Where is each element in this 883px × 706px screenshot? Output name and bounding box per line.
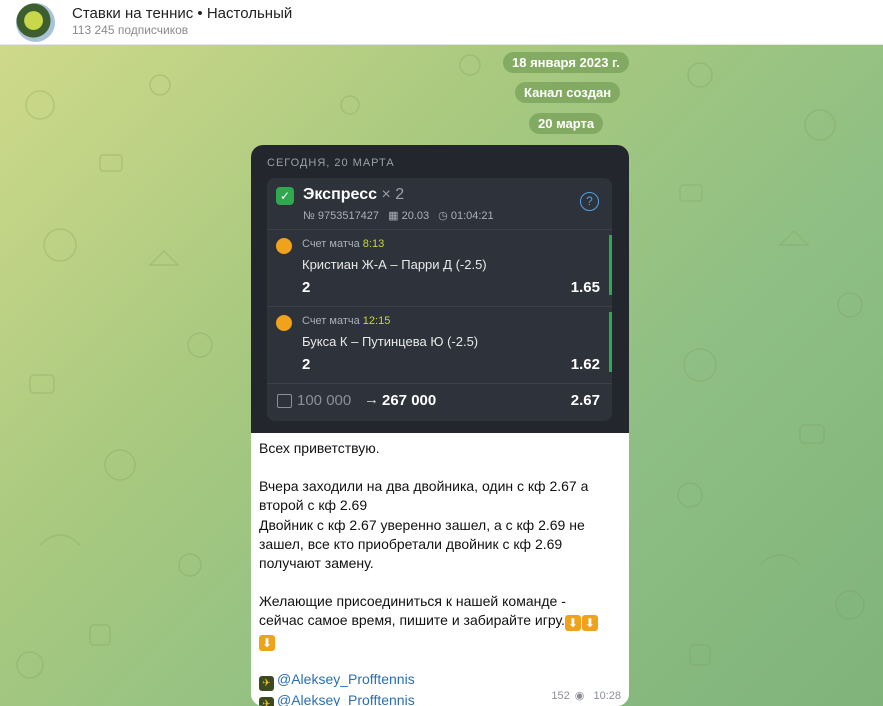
bet-type: Экспресс × 2 [303, 186, 404, 204]
bet-slip-card: ✓ Экспресс × 2 № 9753517427 ▦ 20.03 ◷ 01… [267, 178, 612, 421]
text-line: зашел, все кто приобретали двойник с кф … [259, 535, 563, 552]
bet-total-row: 100 000 → 267 000 2.67 [267, 384, 612, 421]
contact-link[interactable]: @Aleksey_Profftennis [277, 671, 415, 687]
divider [267, 229, 612, 230]
market-label: Счет матча [302, 238, 360, 250]
winnings-amount: 267 000 [382, 392, 437, 409]
stake-amount: 100 000 [297, 392, 352, 409]
date-pill: 18 января 2023 г. [503, 52, 629, 73]
telegram-emoji-icon: ✈ [259, 697, 274, 706]
channel-title: Ставки на теннис • Настольный [72, 5, 293, 22]
message-footer: 152 ◉ 10:28 [551, 689, 621, 702]
bet-multiplier: × 2 [381, 186, 405, 203]
greeting: Всех приветствую. [259, 440, 380, 456]
post-text: Всех приветствую. Вчера заходили на два … [259, 433, 621, 706]
channel-avatar[interactable] [16, 3, 55, 42]
contact-link[interactable]: @Aleksey_Profftennis [277, 692, 415, 706]
bet-time: 01:04:21 [450, 210, 494, 222]
check-icon: ✓ [276, 187, 294, 205]
win-indicator-bar [609, 312, 612, 372]
arrow-down-emoji-icon: ⬇ [564, 615, 581, 632]
message-time: 10:28 [593, 690, 621, 702]
total-odds: 2.67 [570, 392, 600, 409]
eye-icon: ◉ [574, 690, 585, 702]
text-line: второй с кф 2.69 [259, 497, 368, 514]
chat-area[interactable]: 18 января 2023 г. Канал создан 20 марта … [0, 45, 883, 706]
wallet-icon [277, 394, 292, 408]
divider [267, 306, 612, 307]
bet-pick: 2 [302, 356, 311, 373]
arrow-icon: → [364, 391, 379, 408]
text-line: сейчас самое время, пишите и забирайте и… [259, 611, 621, 632]
tennis-ball-icon [276, 238, 292, 254]
bet-row: Счет матча 8:13 Кристиан Ж-А – Парри Д (… [267, 231, 612, 305]
calendar-icon: ▦ [388, 210, 399, 222]
text-line: получают замену. [259, 555, 374, 572]
win-indicator-bar [609, 235, 612, 295]
clock-icon: ◷ [438, 210, 448, 222]
service-message-channel-created: Канал создан [515, 82, 621, 103]
bet-market: Счет матча 12:15 [302, 315, 390, 327]
help-icon: ? [580, 192, 599, 211]
bet-odds: 1.62 [570, 356, 600, 373]
arrow-down-emoji-icon: ⬇ [259, 635, 275, 652]
bet-date-header: СЕГОДНЯ, 20 МАРТА [267, 157, 395, 169]
bet-row: Счет матча 12:15 Букса К – Путинцева Ю (… [267, 308, 612, 382]
bet-type-label: Экспресс [303, 186, 377, 203]
market-time: 12:15 [362, 315, 391, 327]
date-pill: 20 марта [529, 113, 604, 134]
market-time: 8:13 [362, 238, 385, 250]
match-name: Букса К – Путинцева Ю (-2.5) [302, 334, 479, 349]
bet-date: 20.03 [401, 210, 430, 222]
text-fragment: сейчас самое время, пишите и забирайте и… [259, 612, 565, 629]
bet-market: Счет матча 8:13 [302, 238, 384, 250]
channel-header[interactable]: Ставки на теннис • Настольный 113 245 по… [0, 0, 883, 45]
subscriber-count: 113 245 подписчиков [72, 23, 189, 37]
bet-slip-image[interactable]: СЕГОДНЯ, 20 МАРТА ✓ Экспресс × 2 № 97535… [251, 145, 629, 433]
bet-number: № 9753517427 [303, 210, 380, 222]
telegram-emoji-icon: ✈ [259, 676, 274, 692]
channel-post[interactable]: СЕГОДНЯ, 20 МАРТА ✓ Экспресс × 2 № 97535… [251, 145, 629, 706]
bet-odds: 1.65 [570, 279, 600, 296]
text-line: Вчера заходили на два двойника, один с к… [259, 478, 589, 495]
tennis-ball-icon [276, 315, 292, 331]
view-count: 152 [551, 690, 570, 702]
bet-meta: № 9753517427 ▦ 20.03 ◷ 01:04:21 [303, 209, 494, 222]
match-name: Кристиан Ж-А – Парри Д (-2.5) [302, 257, 487, 272]
text-line: Двойник с кф 2.67 уверенно зашел, а с кф… [259, 516, 585, 533]
bet-pick: 2 [302, 279, 311, 296]
text-line: Желающие присоединиться к нашей команде … [259, 593, 566, 610]
market-label: Счет матча [302, 315, 360, 327]
arrow-down-emoji-icon: ⬇ [581, 615, 598, 632]
text-line: ⬇ [259, 631, 621, 652]
